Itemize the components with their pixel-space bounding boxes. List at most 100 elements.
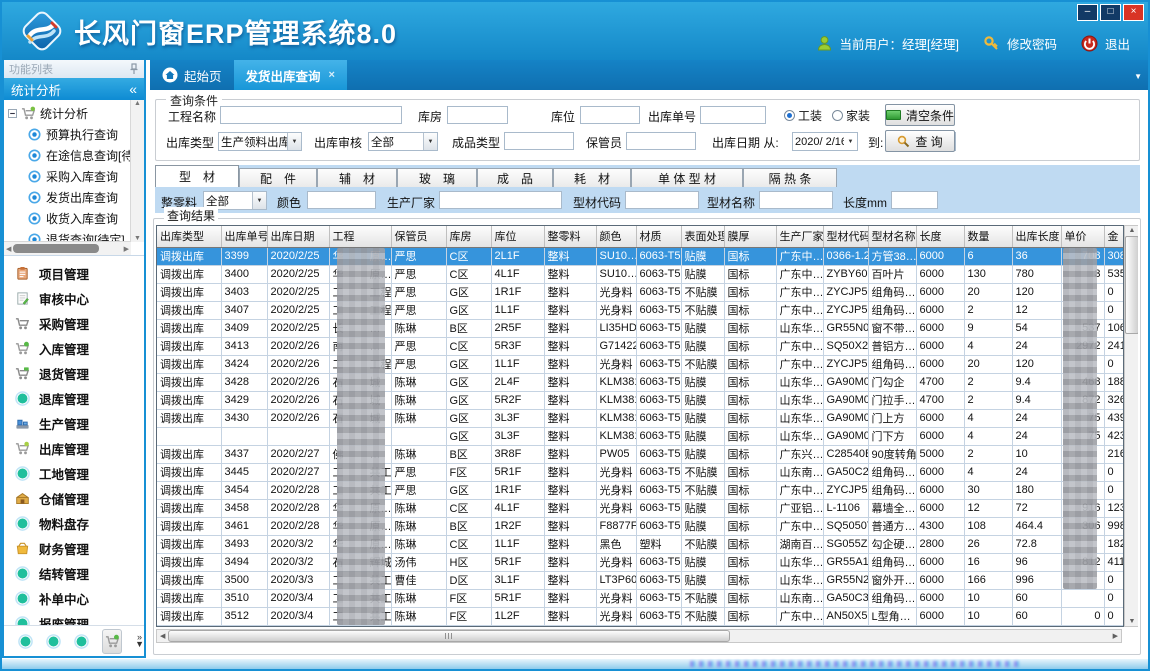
- subtab-7[interactable]: 隔 热 条: [743, 168, 837, 187]
- column-header[interactable]: 型材代码: [823, 226, 868, 247]
- expand-icon[interactable]: [8, 109, 17, 118]
- table-row[interactable]: 调拨出库34372020/2/27佛…陈琳B区3R8F整料PW056063-T5…: [157, 445, 1123, 463]
- radio-industrial[interactable]: 工装: [784, 107, 822, 124]
- statistics-section-header[interactable]: 统计分析 «: [4, 78, 144, 100]
- sidebar-item-入库管理[interactable]: 入库管理: [4, 336, 144, 361]
- column-header[interactable]: 型材名称: [868, 226, 916, 247]
- column-header[interactable]: 金: [1104, 226, 1123, 247]
- maximize-button[interactable]: □: [1100, 4, 1121, 21]
- tree-item[interactable]: 采购入库查询: [8, 166, 131, 187]
- dot-icon[interactable]: [46, 634, 61, 649]
- table-row[interactable]: 调拨出库35102020/3/4工共工程陈琳F区5R1F整料光身料6063-T5…: [157, 589, 1123, 607]
- logout-link[interactable]: 退出: [1105, 34, 1130, 53]
- sidebar-item-结转管理[interactable]: 结转管理: [4, 561, 144, 586]
- table-row[interactable]: 调拨出库34942020/3/2石辉城汤伟H区5R1F整料光身料6063-T5贴…: [157, 553, 1123, 571]
- subtab-profile-active[interactable]: 型 材: [155, 165, 239, 187]
- column-header[interactable]: 颜色: [596, 226, 636, 247]
- subtab-4[interactable]: 成 品: [477, 168, 553, 187]
- clear-conditions-button[interactable]: 清空条件: [885, 104, 955, 126]
- grid-horizontal-scrollbar[interactable]: ◀ ▶: [156, 629, 1122, 643]
- table-row[interactable]: 调拨出库34302020/2/26石城陈琳G区3L3F整料KLM38176063…: [157, 409, 1123, 427]
- tab-overflow-icon[interactable]: ▼: [1134, 72, 1142, 81]
- pin-icon[interactable]: [129, 63, 139, 75]
- table-row[interactable]: 调拨出库34542020/2/28工共工程严思G区1R1F整料光身料6063-T…: [157, 481, 1123, 499]
- search-button[interactable]: 查 询: [885, 130, 955, 152]
- scrollbar-thumb[interactable]: [1125, 236, 1138, 334]
- subtab-3[interactable]: 玻 璃: [397, 168, 477, 187]
- table-row[interactable]: 调拨出库34092020/2/25长…陈琳B区2R5F整料LI35HD6063-…: [157, 319, 1123, 337]
- dot-icon[interactable]: [18, 634, 33, 649]
- column-header[interactable]: 出库单号: [221, 226, 267, 247]
- radio-home[interactable]: 家装: [832, 107, 870, 124]
- sidebar-item-生产管理[interactable]: 生产管理: [4, 411, 144, 436]
- maker-input[interactable]: [439, 191, 562, 209]
- sidebar-item-出库管理[interactable]: 出库管理: [4, 436, 144, 461]
- overflow-chevron-icon[interactable]: »▼: [135, 634, 144, 648]
- tree-item[interactable]: 收货入库查询: [8, 208, 131, 229]
- column-header[interactable]: 单价: [1061, 226, 1104, 247]
- tree-item[interactable]: 发货出库查询: [8, 187, 131, 208]
- sidebar-item-退货管理[interactable]: 退货管理: [4, 361, 144, 386]
- tree-root-statistics[interactable]: 统计分析: [8, 103, 131, 124]
- minimize-button[interactable]: –: [1077, 4, 1098, 21]
- close-button[interactable]: ×: [1123, 4, 1144, 21]
- table-row[interactable]: 调拨出库35002020/3/3工共工程曹佳D区3L1F整料LT3P606063…: [157, 571, 1123, 589]
- table-row[interactable]: G区3L3F整料KLM38176063-T5贴膜国标山东华…GA90M09…门下…: [157, 427, 1123, 445]
- project-name-input[interactable]: [220, 106, 402, 124]
- subtab-2[interactable]: 辅 材: [317, 168, 397, 187]
- code-input[interactable]: [625, 191, 699, 209]
- table-row[interactable]: 调拨出库34932020/3/2华原…陈琳C区1L1F整料黑色塑料不贴膜国标湖南…: [157, 535, 1123, 553]
- column-header[interactable]: 工程: [329, 226, 391, 247]
- table-row[interactable]: 调拨出库34132020/2/26南…严思C区5R3F整料G714226063-…: [157, 337, 1123, 355]
- tab-outbound-query[interactable]: 发货出库查询 ×: [234, 60, 347, 90]
- tree-vertical-scrollbar[interactable]: ▲▼: [130, 100, 144, 242]
- collapse-icon[interactable]: «: [129, 81, 137, 97]
- column-header[interactable]: 膜厚: [724, 226, 776, 247]
- sidebar-item-物料盘存[interactable]: 物料盘存: [4, 511, 144, 536]
- column-header[interactable]: 出库类型: [157, 226, 221, 247]
- table-row[interactable]: 调拨出库34582020/2/28华原…陈琳C区4L1F整料光身料6063-T5…: [157, 499, 1123, 517]
- sidebar-item-审核中心[interactable]: 审核中心: [4, 286, 144, 311]
- table-row[interactable]: 调拨出库35122020/3/4工共工程陈琳F区1L2F整料光身料6063-T5…: [157, 607, 1123, 625]
- change-password-link[interactable]: 修改密码: [1007, 34, 1057, 53]
- cart-toolbar-button[interactable]: [102, 629, 122, 654]
- grid-vertical-scrollbar[interactable]: ▲ ▼: [1124, 225, 1138, 627]
- sidebar-item-财务管理[interactable]: 财务管理: [4, 536, 144, 561]
- color-input[interactable]: [307, 191, 376, 209]
- column-header[interactable]: 材质: [636, 226, 681, 247]
- table-row[interactable]: 调拨出库34032020/2/25工工程严思G区1R1F整料光身料6063-T5…: [157, 283, 1123, 301]
- tree-item[interactable]: 在途信息查询[待: [8, 145, 131, 166]
- column-header[interactable]: 表面处理: [681, 226, 724, 247]
- sidebar-item-报废管理[interactable]: 报废管理: [4, 611, 144, 625]
- dot-icon[interactable]: [74, 634, 89, 649]
- scrollbar-thumb[interactable]: [168, 630, 729, 642]
- tab-home[interactable]: 起始页: [150, 60, 234, 90]
- tree-item[interactable]: 预算执行查询: [8, 124, 131, 145]
- column-header[interactable]: 库位: [491, 226, 544, 247]
- length-input[interactable]: [891, 191, 938, 209]
- table-row[interactable]: 调拨出库34612020/2/28华原…陈琳B区1R2F整料F8877FT606…: [157, 517, 1123, 535]
- table-row[interactable]: 调拨出库34452020/2/27工共工程严思F区5R1F整料光身料6063-T…: [157, 463, 1123, 481]
- table-row[interactable]: 调拨出库34002020/2/25华原…严思C区4L1F整料SU10…6063-…: [157, 265, 1123, 283]
- tree-horizontal-scrollbar[interactable]: ◀▶: [4, 241, 131, 255]
- column-header[interactable]: 出库长度: [1012, 226, 1061, 247]
- out-type-combo[interactable]: 生产领料出库▼: [218, 132, 302, 151]
- table-row[interactable]: 调拨出库34072020/2/25工工程严思G区1L1F整料光身料6063-T5…: [157, 301, 1123, 319]
- column-header[interactable]: 库房: [446, 226, 491, 247]
- column-header[interactable]: 保管员: [391, 226, 446, 247]
- sidebar-item-采购管理[interactable]: 采购管理: [4, 311, 144, 336]
- subtab-1[interactable]: 配 件: [239, 168, 317, 187]
- order-no-input[interactable]: [700, 106, 766, 124]
- sidebar-item-项目管理[interactable]: 项目管理: [4, 261, 144, 286]
- column-header[interactable]: 整零料: [544, 226, 596, 247]
- sidebar-item-工地管理[interactable]: 工地管理: [4, 461, 144, 486]
- keeper-input[interactable]: [626, 132, 696, 150]
- audit-combo[interactable]: 全部▼: [368, 132, 438, 151]
- column-header[interactable]: 数量: [964, 226, 1012, 247]
- table-row[interactable]: 调拨出库34242020/2/26工工程严思G区1L1F整料光身料6063-T5…: [157, 355, 1123, 373]
- column-header[interactable]: 出库日期: [267, 226, 329, 247]
- warehouse-input[interactable]: [447, 106, 508, 124]
- column-header[interactable]: 生产厂家: [776, 226, 823, 247]
- tab-close-icon[interactable]: ×: [329, 69, 335, 81]
- table-row[interactable]: 调拨出库34292020/2/26石城陈琳G区5R2F整料KLM38176063…: [157, 391, 1123, 409]
